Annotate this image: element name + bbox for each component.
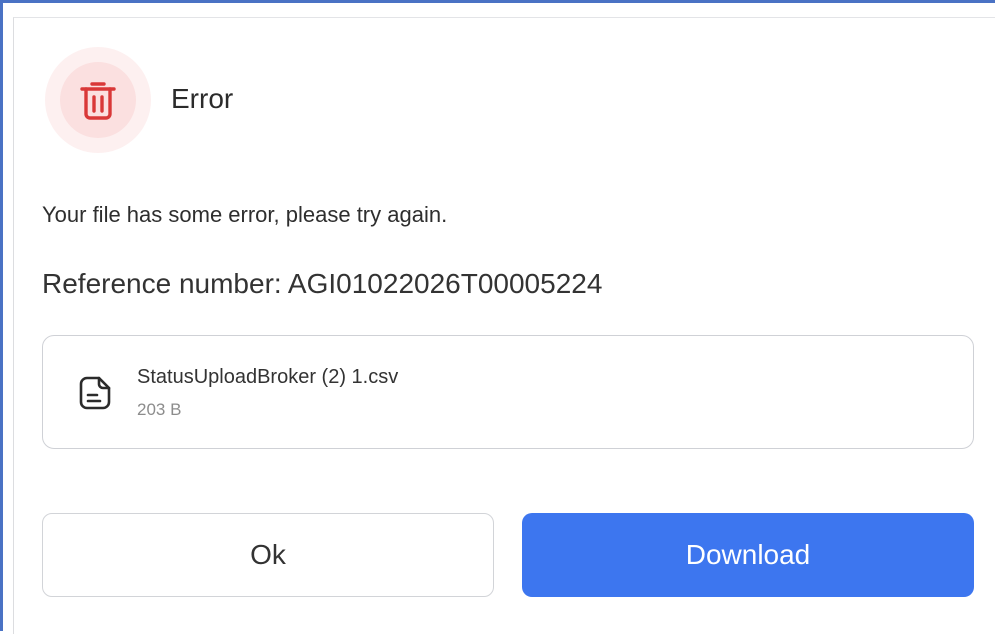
dialog-title: Error xyxy=(171,83,234,114)
trash-icon xyxy=(80,82,116,120)
reference-number: Reference number: AGI01022026T00005224 xyxy=(42,268,603,299)
ok-button[interactable]: Ok xyxy=(42,513,494,597)
error-message: Your file has some error, please try aga… xyxy=(42,202,448,227)
download-button[interactable]: Download xyxy=(522,513,974,597)
file-icon xyxy=(79,376,111,410)
error-icon-badge xyxy=(45,47,151,153)
file-size: 203 B xyxy=(137,400,182,419)
file-name: StatusUploadBroker (2) 1.csv xyxy=(137,366,399,388)
file-card: StatusUploadBroker (2) 1.csv 203 B xyxy=(42,335,974,449)
error-dialog: Error Your file has some error, please t… xyxy=(13,17,995,634)
window-frame: Error Your file has some error, please t… xyxy=(0,0,995,634)
